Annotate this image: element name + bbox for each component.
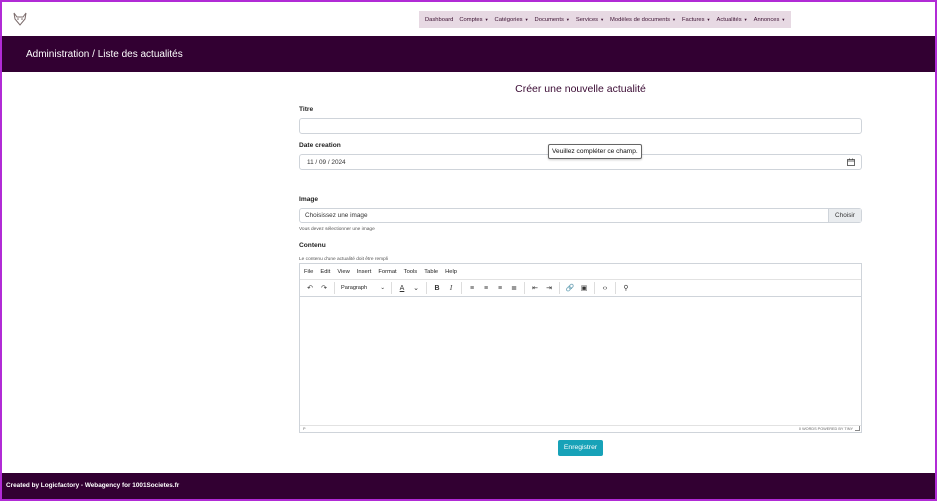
chevron-down-icon[interactable]: ⌄ xyxy=(410,282,422,294)
nav-comptes[interactable]: Comptes ▼ xyxy=(456,17,491,23)
titre-label: Titre xyxy=(299,106,314,113)
main-nav: Dashboard Comptes ▼ Catégories ▼ Documents… xyxy=(419,11,792,28)
align-justify-icon[interactable]: ≣ xyxy=(508,282,520,294)
image-help-text: Vous devez sélectionner une image xyxy=(299,227,375,232)
nav-factures[interactable]: Factures ▼ xyxy=(679,17,714,23)
code-icon[interactable]: ‹› xyxy=(599,282,611,294)
undo-icon[interactable]: ↶ xyxy=(304,282,316,294)
editor-content-area[interactable] xyxy=(300,297,861,425)
block-format-select[interactable]: Paragraph ⌄ xyxy=(338,282,388,294)
menu-format[interactable]: Format xyxy=(378,269,396,275)
editor-menubar: File Edit View Insert Format Tools Table… xyxy=(300,264,861,280)
nav-modeles[interactable]: Modèles de documents ▼ xyxy=(607,17,679,23)
image-file-input[interactable]: Choisissez une image Choisir xyxy=(299,208,862,223)
toolbar-divider xyxy=(426,282,427,294)
link-icon[interactable]: 🔗 xyxy=(564,282,576,294)
menu-insert[interactable]: Insert xyxy=(357,269,372,275)
toolbar-divider xyxy=(615,282,616,294)
nav-label: Dashboard xyxy=(425,16,454,23)
editor-toolbar: ↶ ↷ Paragraph ⌄ A ⌄ B I ≡ ≡ ≡ ≣ ⇤ ⇥ 🔗 ▣ ‹… xyxy=(300,280,861,297)
toolbar-divider xyxy=(559,282,560,294)
fox-logo-icon[interactable] xyxy=(12,11,28,27)
chevron-down-icon: ⌄ xyxy=(380,285,385,291)
image-icon[interactable]: ▣ xyxy=(578,282,590,294)
nav-label: Modèles de documents xyxy=(610,16,670,23)
nav-categories[interactable]: Catégories ▼ xyxy=(492,17,532,23)
date-value: 11 / 09 / 2024 xyxy=(307,159,346,166)
rich-text-editor: File Edit View Insert Format Tools Table… xyxy=(299,263,862,433)
outdent-icon[interactable]: ⇤ xyxy=(529,282,541,294)
nav-label: Actualités xyxy=(716,16,742,23)
toolbar-divider xyxy=(461,282,462,294)
calendar-icon[interactable] xyxy=(847,158,855,166)
editor-statusbar: P 0 WORDS POWERED BY TINY xyxy=(300,425,861,432)
align-center-icon[interactable]: ≡ xyxy=(480,282,492,294)
validation-tooltip: Veuillez compléter ce champ. xyxy=(548,144,642,159)
bold-icon[interactable]: B xyxy=(431,282,443,294)
save-button[interactable]: Enregistrer xyxy=(558,440,603,456)
menu-table[interactable]: Table xyxy=(424,269,438,275)
contenu-help-text: Le contenu d'une actualité doit être rem… xyxy=(299,257,388,262)
caret-down-icon: ▼ xyxy=(743,17,748,22)
redo-icon[interactable]: ↷ xyxy=(318,282,330,294)
menu-edit[interactable]: Edit xyxy=(320,269,330,275)
nav-actualites[interactable]: Actualités ▼ xyxy=(713,17,750,23)
date-label: Date creation xyxy=(299,142,341,149)
nav-documents[interactable]: Documents ▼ xyxy=(532,17,573,23)
page-footer: Created by Logicfactory - Webagency for … xyxy=(2,473,935,499)
nav-dashboard[interactable]: Dashboard xyxy=(422,17,456,23)
italic-icon[interactable]: I xyxy=(445,282,457,294)
element-path: P xyxy=(303,427,306,431)
caret-down-icon: ▼ xyxy=(565,17,570,22)
block-format-value: Paragraph xyxy=(341,285,368,291)
nav-label: Documents xyxy=(534,16,564,23)
nav-label: Catégories xyxy=(494,16,523,23)
nav-label: Services xyxy=(575,16,599,23)
image-label: Image xyxy=(299,196,319,203)
titre-input[interactable] xyxy=(299,118,862,134)
menu-help[interactable]: Help xyxy=(445,269,457,275)
nav-label: Comptes xyxy=(459,16,483,23)
nav-label: Factures xyxy=(681,16,705,23)
toolbar-divider xyxy=(524,282,525,294)
nav-label: Annonces xyxy=(753,16,780,23)
choose-file-button[interactable]: Choisir xyxy=(828,209,861,222)
menu-file[interactable]: File xyxy=(304,269,313,275)
indent-icon[interactable]: ⇥ xyxy=(543,282,555,294)
image-placeholder: Choisissez une image xyxy=(305,212,368,219)
contenu-label: Contenu xyxy=(299,242,326,249)
page-header: Administration / Liste des actualités xyxy=(2,36,935,72)
caret-down-icon: ▼ xyxy=(600,17,605,22)
toolbar-divider xyxy=(334,282,335,294)
align-right-icon[interactable]: ≡ xyxy=(494,282,506,294)
page-title: Administration / Liste des actualités xyxy=(26,49,183,60)
caret-down-icon: ▼ xyxy=(781,17,786,22)
top-navbar: Dashboard Comptes ▼ Catégories ▼ Documents… xyxy=(2,2,935,36)
caret-down-icon: ▼ xyxy=(484,17,489,22)
word-count: 0 WORDS POWERED BY TINY xyxy=(798,427,853,431)
nav-annonces[interactable]: Annonces ▼ xyxy=(751,17,789,23)
menu-tools[interactable]: Tools xyxy=(404,269,418,275)
caret-down-icon: ▼ xyxy=(671,17,676,22)
caret-down-icon: ▼ xyxy=(524,17,529,22)
stamp-icon[interactable]: ⚲ xyxy=(620,282,632,294)
footer-credit: Created by Logicfactory - Webagency for … xyxy=(6,482,180,489)
toolbar-divider xyxy=(594,282,595,294)
menu-view[interactable]: View xyxy=(337,269,349,275)
resize-handle-icon[interactable] xyxy=(855,426,860,431)
align-left-icon[interactable]: ≡ xyxy=(466,282,478,294)
text-color-icon[interactable]: A xyxy=(396,282,408,294)
caret-down-icon: ▼ xyxy=(706,17,711,22)
nav-services[interactable]: Services ▼ xyxy=(573,17,607,23)
toolbar-divider xyxy=(391,282,392,294)
form-title: Créer une nouvelle actualité xyxy=(515,83,646,95)
